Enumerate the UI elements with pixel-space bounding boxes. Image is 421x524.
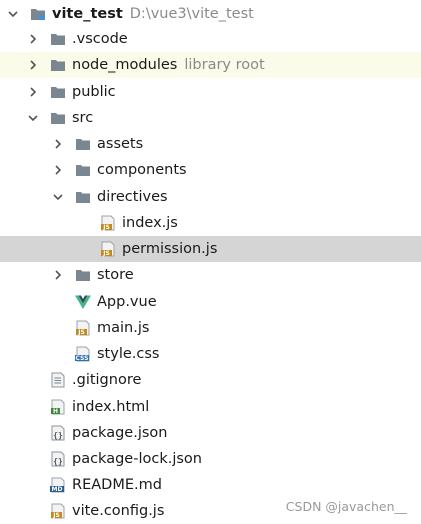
folder-name: directives xyxy=(97,189,168,205)
js-file-icon: JS xyxy=(50,503,66,519)
chevron-right-icon[interactable] xyxy=(26,85,40,99)
file-name: index.html xyxy=(72,399,150,415)
folder-icon xyxy=(50,57,66,73)
folder-icon xyxy=(75,162,91,178)
tree-row-vscode[interactable]: .vscode xyxy=(0,26,421,52)
js-badge-label: JS xyxy=(77,329,85,336)
tree-row-node-modules[interactable]: node_modules library root xyxy=(0,52,421,78)
library-root-hint: library root xyxy=(184,57,265,73)
tree-row-permission-js[interactable]: JS permission.js xyxy=(0,236,421,262)
folder-name: store xyxy=(97,267,134,283)
js-file-icon: JS xyxy=(100,215,116,231)
tree-row-directives[interactable]: directives xyxy=(0,184,421,210)
tree-row-main-js[interactable]: JS main.js xyxy=(0,315,421,341)
tree-row-public[interactable]: public xyxy=(0,79,421,105)
file-name: package.json xyxy=(72,425,168,441)
tree-row-components[interactable]: components xyxy=(0,157,421,183)
chevron-right-icon[interactable] xyxy=(51,137,65,151)
file-name: package-lock.json xyxy=(72,451,202,467)
file-name: .gitignore xyxy=(72,372,142,388)
folder-icon xyxy=(75,267,91,283)
tree-row-gitignore[interactable]: .gitignore xyxy=(0,367,421,393)
chevron-down-icon[interactable] xyxy=(6,7,20,21)
folder-icon xyxy=(50,84,66,100)
chevron-right-icon[interactable] xyxy=(26,32,40,46)
js-badge-label: JS xyxy=(102,250,110,257)
json-file-icon: {} xyxy=(50,425,66,441)
tree-row-src[interactable]: src xyxy=(0,105,421,131)
tree-row-index-js[interactable]: JS index.js xyxy=(0,210,421,236)
md-badge-label: MD xyxy=(52,486,63,493)
folder-name: assets xyxy=(97,136,144,152)
json-badge-label: {} xyxy=(53,431,63,440)
js-file-icon: JS xyxy=(100,241,116,257)
folder-icon xyxy=(50,110,66,126)
chevron-down-icon[interactable] xyxy=(51,190,65,204)
folder-name: components xyxy=(97,162,187,178)
chevron-right-icon[interactable] xyxy=(26,58,40,72)
chevron-right-icon[interactable] xyxy=(51,268,65,282)
file-name: vite.config.js xyxy=(72,503,165,519)
vue-file-icon xyxy=(75,294,91,310)
folder-icon xyxy=(75,189,91,205)
chevron-down-icon[interactable] xyxy=(26,111,40,125)
tree-row-index-html[interactable]: H index.html xyxy=(0,394,421,420)
file-name: index.js xyxy=(122,215,178,231)
js-badge-label: JS xyxy=(52,512,60,519)
folder-name: node_modules xyxy=(72,57,178,73)
folder-icon xyxy=(50,31,66,47)
tree-row-assets[interactable]: assets xyxy=(0,131,421,157)
tree-row-root[interactable]: vite_test D:\vue3\vite_test xyxy=(0,1,421,27)
folder-icon xyxy=(75,136,91,152)
file-name: README.md xyxy=(72,477,162,493)
html-file-icon: H xyxy=(50,399,66,415)
project-folder-icon xyxy=(30,6,46,22)
html-badge-label: H xyxy=(53,408,58,415)
file-name: style.css xyxy=(97,346,160,362)
chevron-right-icon[interactable] xyxy=(51,163,65,177)
json-file-icon: {} xyxy=(50,451,66,467)
tree-row-style-css[interactable]: CSS style.css xyxy=(0,341,421,367)
file-name: App.vue xyxy=(97,294,157,310)
js-file-icon: JS xyxy=(75,320,91,336)
js-badge-label: JS xyxy=(102,224,110,231)
project-path: D:\vue3\vite_test xyxy=(129,6,254,22)
json-badge-label: {} xyxy=(53,457,63,466)
folder-name: .vscode xyxy=(72,31,128,47)
file-name: main.js xyxy=(97,320,150,336)
css-badge-label: CSS xyxy=(76,355,89,362)
watermark: CSDN @javachen__ xyxy=(285,499,407,514)
tree-row-readme-md[interactable]: MD README.md xyxy=(0,472,421,498)
tree-row-package-lock-json[interactable]: {} package-lock.json xyxy=(0,446,421,472)
tree-row-package-json[interactable]: {} package.json xyxy=(0,420,421,446)
markdown-file-icon: MD xyxy=(50,477,66,493)
tree-row-app-vue[interactable]: App.vue xyxy=(0,289,421,315)
tree-row-store[interactable]: store xyxy=(0,262,421,288)
text-file-icon xyxy=(50,372,66,388)
folder-name: public xyxy=(72,84,116,100)
folder-name: src xyxy=(72,110,94,126)
css-file-icon: CSS xyxy=(75,346,91,362)
project-name: vite_test xyxy=(52,6,123,22)
file-name: permission.js xyxy=(122,241,218,257)
